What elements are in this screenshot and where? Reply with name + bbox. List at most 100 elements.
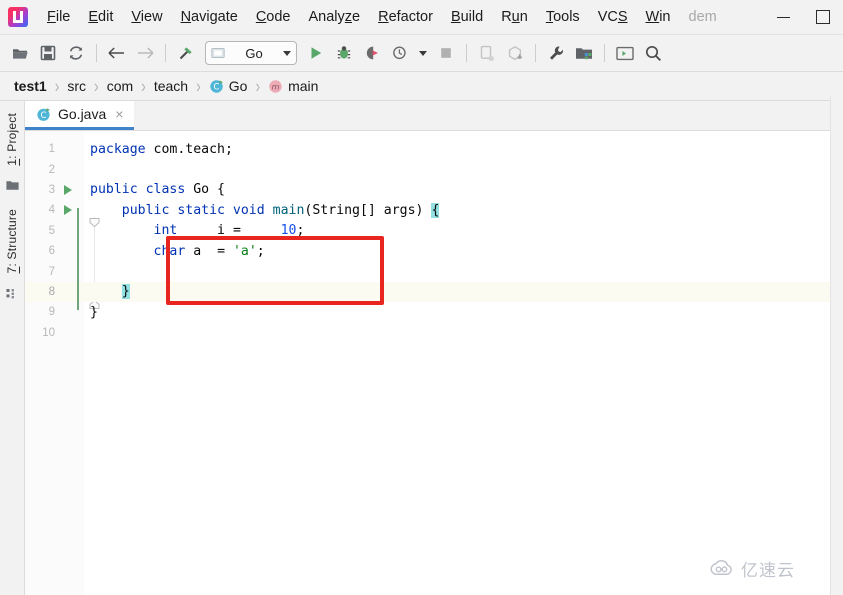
watermark-text: 亿速云 xyxy=(741,561,795,581)
menu-view[interactable]: View xyxy=(122,6,171,28)
save-icon xyxy=(40,45,56,61)
synchronize-button[interactable] xyxy=(63,40,89,66)
folder-icon xyxy=(5,179,19,193)
menu-code[interactable]: Code xyxy=(247,6,300,28)
menu-tools[interactable]: Tools xyxy=(537,6,589,28)
stop-icon xyxy=(441,48,451,58)
gutter-line: 10 xyxy=(25,323,84,343)
stop-button[interactable] xyxy=(433,40,459,66)
refresh-icon xyxy=(69,46,83,60)
line-number: 10 xyxy=(42,326,55,339)
search-everywhere-button[interactable] xyxy=(640,40,666,66)
menu-vcs[interactable]: VCS xyxy=(589,6,637,28)
gutter-line: 9 xyxy=(25,302,84,322)
save-all-button[interactable] xyxy=(35,40,61,66)
breadcrumb-label: teach xyxy=(153,78,189,94)
gutter-line: 5 xyxy=(25,221,84,241)
line-number: 8 xyxy=(48,285,55,298)
gutter-line: 4 xyxy=(25,200,84,220)
settings-button[interactable] xyxy=(543,40,569,66)
toolbar-divider xyxy=(535,44,536,62)
navigate-back-button[interactable] xyxy=(104,40,130,66)
line-number: 1 xyxy=(48,143,55,156)
toolbar-divider xyxy=(604,44,605,62)
run-gutter-icon[interactable] xyxy=(64,184,72,195)
code-text-area[interactable]: package com.teach; public class Go { pub… xyxy=(84,131,831,595)
line-number: 6 xyxy=(48,245,55,258)
breadcrumb-separator: › xyxy=(54,75,60,97)
menu-navigate[interactable]: Navigate xyxy=(172,6,247,28)
line-number: 9 xyxy=(48,306,55,319)
navigate-forward-button[interactable] xyxy=(132,40,158,66)
breadcrumb-label: src xyxy=(67,78,87,94)
breadcrumb-item-method[interactable]: m main xyxy=(264,77,322,95)
run-with-coverage-button[interactable] xyxy=(359,40,385,66)
breadcrumb-separator: › xyxy=(141,75,146,97)
ide-window: File Edit View Navigate Code Analyze Ref… xyxy=(0,0,843,595)
gutter-line: 7 xyxy=(25,261,84,281)
minimize-button[interactable] xyxy=(763,0,803,34)
device-update-icon xyxy=(480,45,494,61)
terminal-button[interactable] xyxy=(612,40,638,66)
left-tool-window-bar: 1: Project 7: Structure xyxy=(0,101,25,595)
code-line-4: public static void main(String[] args) { xyxy=(121,202,440,218)
open-project-button[interactable] xyxy=(7,40,33,66)
chevron-down-icon xyxy=(283,50,291,56)
code-line-1: package com.teach; xyxy=(90,141,233,157)
install-button[interactable] xyxy=(502,40,528,66)
code-line-8: } xyxy=(84,281,831,303)
editor-tab-label: Go.java xyxy=(58,106,107,122)
run-gutter-icon[interactable] xyxy=(64,205,72,216)
vcs-change-marker[interactable] xyxy=(77,208,79,310)
run-button[interactable] xyxy=(303,40,329,66)
menu-file[interactable]: File xyxy=(38,6,79,28)
menu-edit[interactable]: Edit xyxy=(79,6,122,28)
menu-analyze[interactable]: Analyze xyxy=(300,6,370,28)
gutter-line: 6 xyxy=(25,241,84,261)
editor-tab-go-java[interactable]: C Go.java × xyxy=(25,101,135,130)
profile-button[interactable] xyxy=(387,40,413,66)
java-class-icon: C xyxy=(37,107,50,121)
window-title-truncated: dem xyxy=(688,9,717,25)
update-application-button[interactable] xyxy=(474,40,500,66)
close-icon[interactable]: × xyxy=(113,106,125,122)
breadcrumb-label: test1 xyxy=(14,78,47,94)
watermark: 亿速云 xyxy=(709,556,795,581)
maximize-button[interactable] xyxy=(803,0,843,34)
menu-build[interactable]: Build xyxy=(442,6,492,28)
breadcrumb: test1 › src › com › teach › C Go › m mai… xyxy=(0,72,843,101)
wrench-icon xyxy=(549,46,563,60)
breadcrumb-item-project[interactable]: test1 xyxy=(10,77,51,95)
coverage-icon xyxy=(366,46,378,60)
menu-refactor[interactable]: Refactor xyxy=(369,6,442,28)
breadcrumb-item-class[interactable]: C Go xyxy=(205,77,252,95)
profile-dropdown-button[interactable] xyxy=(415,40,431,66)
run-configuration-selector[interactable]: Go xyxy=(205,41,297,65)
editor-gutter[interactable]: 1 2 3 4 5 6 7 8 9 10 xyxy=(25,131,100,595)
class-icon: C xyxy=(210,79,223,93)
project-structure-icon xyxy=(576,47,592,59)
breadcrumb-item-com[interactable]: com xyxy=(103,77,137,95)
build-project-button[interactable] xyxy=(173,40,199,66)
breadcrumb-item-src[interactable]: src xyxy=(63,77,90,95)
menu-bar: File Edit View Navigate Code Analyze Ref… xyxy=(0,0,843,35)
bug-icon xyxy=(337,46,351,59)
breadcrumb-item-teach[interactable]: teach xyxy=(150,77,192,95)
svg-text:C: C xyxy=(213,82,219,92)
code-line-3: public class Go { xyxy=(90,182,225,198)
cloud-icon xyxy=(710,560,732,575)
menu-run[interactable]: Run xyxy=(492,6,537,28)
arrow-right-icon xyxy=(138,47,154,59)
project-structure-button[interactable] xyxy=(571,40,597,66)
debug-button[interactable] xyxy=(331,40,357,66)
breadcrumb-separator: › xyxy=(94,75,99,97)
maximize-icon xyxy=(816,10,830,24)
sidebar-item-project[interactable]: 1: Project xyxy=(3,107,21,172)
sidebar-item-structure[interactable]: 7: Structure xyxy=(3,203,21,279)
menu-win[interactable]: Win xyxy=(637,6,680,28)
code-editor[interactable]: 1 2 3 4 5 6 7 8 9 10 package com.teach; … xyxy=(25,131,843,595)
editor-tab-bar: C Go.java × xyxy=(25,101,843,131)
hammer-icon xyxy=(179,47,192,60)
